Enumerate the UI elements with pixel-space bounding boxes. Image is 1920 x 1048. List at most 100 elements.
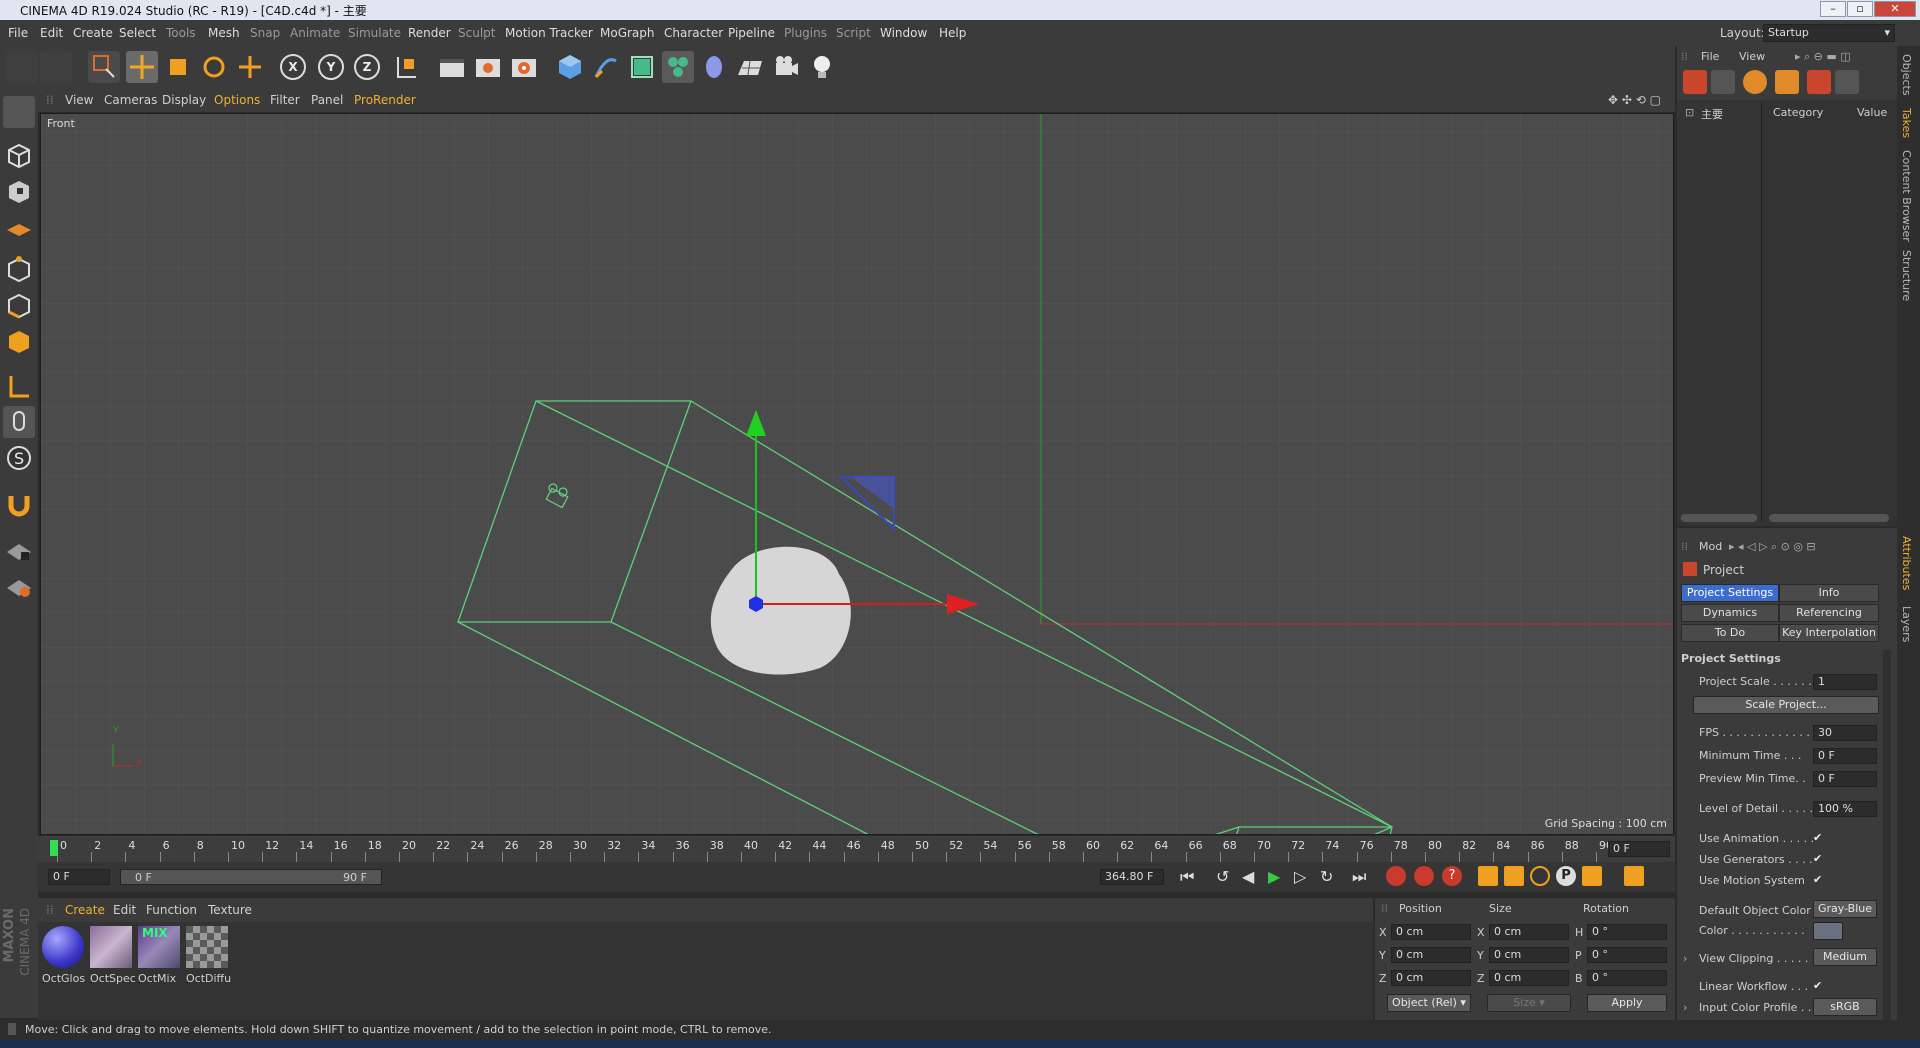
autokey-icon[interactable]: [1414, 866, 1434, 886]
key-position-icon[interactable]: [1478, 866, 1498, 886]
timeline-ruler[interactable]: 0 2 4 6 8 10 12 14 16 18 20 22 24 26 28 30 32 34 36 38 40 42 4…: [38, 836, 1675, 862]
tab-content-browser[interactable]: Content Browser: [1900, 150, 1913, 242]
z-axis-lock-button[interactable]: Z: [354, 54, 380, 80]
vp-menu-view[interactable]: View: [65, 93, 93, 107]
undo-icon[interactable]: [6, 51, 38, 83]
current-frame-field[interactable]: 0 F: [1608, 841, 1670, 857]
menu-script[interactable]: Script: [836, 26, 871, 40]
vp-menu-options[interactable]: Options: [214, 93, 260, 107]
next-key-icon[interactable]: ↻: [1320, 867, 1333, 886]
preview-min-time-field[interactable]: 0 F: [1813, 771, 1877, 787]
pos-x-field[interactable]: 0 cm: [1391, 924, 1471, 940]
edges-mode-icon[interactable]: [3, 290, 35, 322]
goto-start-icon[interactable]: ⏮: [1180, 867, 1194, 887]
rot-p-field[interactable]: 0 °: [1587, 947, 1667, 963]
tweak-mode-icon[interactable]: [3, 406, 35, 438]
make-editable-icon[interactable]: [3, 96, 35, 128]
cube-icon[interactable]: [554, 51, 586, 83]
key-scale-icon[interactable]: [1504, 866, 1524, 886]
use-motion-system-checkbox[interactable]: ✔: [1813, 874, 1825, 886]
x-axis-lock-button[interactable]: X: [280, 54, 306, 80]
pos-y-field[interactable]: 0 cm: [1391, 947, 1471, 963]
key-rotation-icon[interactable]: [1530, 866, 1550, 886]
mat-menu-function[interactable]: Function: [146, 903, 197, 917]
menu-snap[interactable]: Snap: [250, 26, 280, 40]
scale-project-button[interactable]: Scale Project...: [1693, 696, 1879, 714]
attr-menu-mode[interactable]: Mod: [1699, 540, 1722, 553]
menu-file[interactable]: File: [8, 26, 28, 40]
attr-nav-icons[interactable]: ▸ ◂ ◁ ▷ ⌕ ⊙ ◎ ⊟: [1729, 540, 1816, 554]
magnet-icon[interactable]: [3, 488, 35, 520]
tab-referencing[interactable]: Referencing: [1779, 604, 1879, 622]
menu-plugins[interactable]: Plugins: [784, 26, 827, 40]
cloner-icon[interactable]: [662, 51, 694, 83]
use-generators-checkbox[interactable]: ✔: [1813, 853, 1825, 865]
material-item[interactable]: MIX OctMix: [138, 926, 182, 988]
expand-arrow-icon[interactable]: ›: [1683, 952, 1687, 965]
render-take-icon[interactable]: [1807, 70, 1831, 94]
menu-motion-tracker[interactable]: Motion Tracker: [505, 26, 593, 40]
take-main-item[interactable]: 主要: [1701, 106, 1723, 122]
tab-objects[interactable]: Objects: [1900, 54, 1913, 96]
menu-animate[interactable]: Animate: [290, 26, 340, 40]
planar-workplane-icon[interactable]: [3, 570, 35, 602]
locked-workplane-icon[interactable]: [3, 534, 35, 566]
tab-project-settings[interactable]: Project Settings: [1681, 584, 1779, 602]
viewport-front[interactable]: Front Grid Spacing : 100 cm Y X: [40, 113, 1674, 835]
viewport-navigation-icons[interactable]: ✥ ✣ ⟲ ▢: [1608, 93, 1661, 107]
menu-sculpt[interactable]: Sculpt: [458, 26, 495, 40]
vertical-scrollbar[interactable]: [1883, 650, 1891, 1020]
level-of-detail-field[interactable]: 100 %: [1813, 801, 1877, 817]
menu-character[interactable]: Character: [664, 26, 723, 40]
render-picture-viewer-icon[interactable]: [472, 51, 504, 83]
render-view-icon[interactable]: [436, 51, 468, 83]
start-frame-field[interactable]: 0 F: [48, 869, 110, 885]
menu-create[interactable]: Create: [73, 26, 113, 40]
expand-icon[interactable]: ⊡: [1685, 106, 1694, 119]
rot-h-field[interactable]: 0 °: [1587, 924, 1667, 940]
tab-layers[interactable]: Layers: [1900, 606, 1913, 642]
vp-menu-prorender[interactable]: ProRender: [354, 93, 416, 107]
workplane-mode-icon[interactable]: [3, 212, 35, 244]
horizontal-scrollbar[interactable]: [1681, 514, 1757, 522]
material-item[interactable]: OctDiffu: [186, 926, 231, 988]
tab-key-interpolation[interactable]: Key Interpolation: [1779, 624, 1879, 642]
mat-menu-edit[interactable]: Edit: [113, 903, 136, 917]
size-y-field[interactable]: 0 cm: [1489, 947, 1569, 963]
timeline-window-icon[interactable]: [1624, 866, 1644, 886]
end-frame-field[interactable]: 364.80 F: [1100, 869, 1164, 885]
play-icon[interactable]: ▶: [1268, 867, 1280, 886]
tab-structure[interactable]: Structure: [1900, 250, 1913, 301]
key-pla-icon[interactable]: [1582, 866, 1602, 886]
project-scale-field[interactable]: 1: [1813, 674, 1877, 690]
vp-menu-filter[interactable]: Filter: [270, 93, 300, 107]
add-take-icon[interactable]: [1683, 70, 1707, 94]
prev-key-icon[interactable]: ↺: [1216, 867, 1229, 886]
tab-takes[interactable]: Takes: [1900, 108, 1913, 138]
menu-mograph[interactable]: MoGraph: [600, 26, 655, 40]
render-settings-icon[interactable]: [508, 51, 540, 83]
mat-menu-create[interactable]: Create: [65, 903, 105, 917]
subdivision-icon[interactable]: [626, 51, 658, 83]
tab-attributes[interactable]: Attributes: [1900, 536, 1913, 590]
coordinate-mode-dropdown[interactable]: Object (Rel) ▾: [1387, 994, 1471, 1012]
default-object-color-dropdown[interactable]: Gray-Blue: [1813, 900, 1877, 918]
size-x-field[interactable]: 0 cm: [1489, 924, 1569, 940]
tab-info[interactable]: Info: [1779, 584, 1879, 602]
om-menu-file[interactable]: File: [1701, 50, 1719, 63]
auto-take-icon[interactable]: [1743, 70, 1767, 94]
size-z-field[interactable]: 0 cm: [1489, 970, 1569, 986]
mat-menu-texture[interactable]: Texture: [208, 903, 252, 917]
record-keys-icon[interactable]: [1386, 866, 1406, 886]
prev-frame-icon[interactable]: ◀: [1242, 867, 1254, 886]
menu-render[interactable]: Render: [408, 26, 451, 40]
snap-icon[interactable]: S: [3, 442, 35, 474]
use-animation-checkbox[interactable]: ✔: [1813, 832, 1825, 844]
material-item[interactable]: OctSpec: [90, 926, 136, 988]
redo-icon[interactable]: [40, 51, 72, 83]
maximize-button[interactable]: ▫: [1847, 1, 1873, 17]
take-lock-icon[interactable]: [1775, 70, 1799, 94]
apply-button[interactable]: Apply: [1587, 994, 1667, 1012]
menu-pipeline[interactable]: Pipeline: [728, 26, 775, 40]
take-override-icon[interactable]: [1711, 70, 1735, 94]
